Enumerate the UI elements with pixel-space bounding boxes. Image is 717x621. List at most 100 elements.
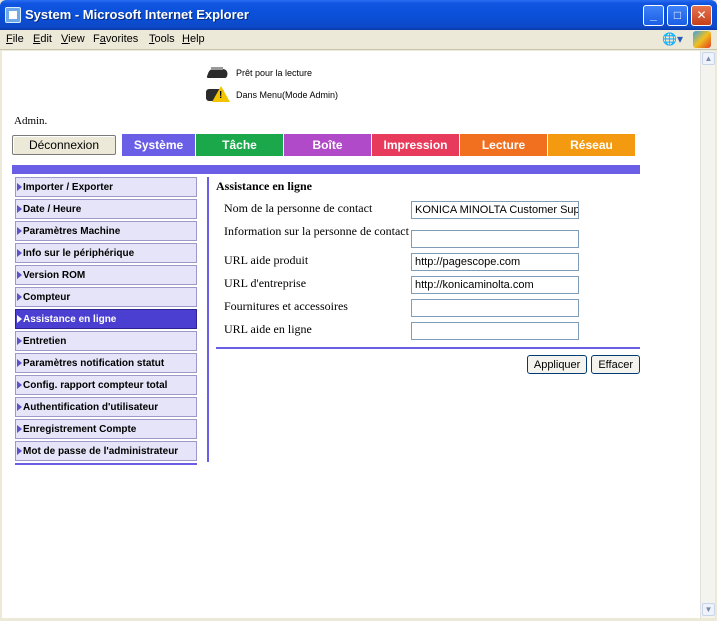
sidebar-item-assistance-en-ligne[interactable]: Assistance en ligne xyxy=(15,309,197,329)
company-url-input[interactable]: http://konicaminolta.com xyxy=(411,276,579,294)
sidebar-item-rapport-compteur[interactable]: Config. rapport compteur total xyxy=(15,375,197,395)
sidebar-item-info-peripherique[interactable]: Info sur le périphérique xyxy=(15,243,197,263)
vertical-scrollbar[interactable]: ▲ ▼ xyxy=(700,51,715,618)
arrow-right-icon xyxy=(17,271,22,279)
online-help-url-label: URL aide en ligne xyxy=(224,322,312,336)
menu-view[interactable]: View xyxy=(61,33,85,45)
form-row-company-url: URL d'entreprise http://konicaminolta.co… xyxy=(216,276,640,294)
vertical-divider xyxy=(207,177,209,462)
arrow-right-icon xyxy=(17,293,22,301)
sidebar-item-notification-statut[interactable]: Paramètres notification statut xyxy=(15,353,197,373)
window-title: System - Microsoft Internet Explorer xyxy=(25,7,249,22)
sidebar-item-version-rom[interactable]: Version ROM xyxy=(15,265,197,285)
sidebar-item-label: Enregistrement Compte xyxy=(23,423,137,435)
sidebar-item-label: Assistance en ligne xyxy=(23,313,117,325)
menu-favorites[interactable]: Favorites xyxy=(93,33,138,45)
tab-boite[interactable]: Boîte xyxy=(284,134,372,156)
supplies-label: Fournitures et accessoires xyxy=(224,299,348,313)
sidebar-item-label: Mot de passe de l'administrateur xyxy=(23,445,179,457)
form-actions: Appliquer Effacer xyxy=(216,355,640,374)
online-help-url-input[interactable] xyxy=(411,322,579,340)
contact-name-input[interactable]: KONICA MINOLTA Customer Supp xyxy=(411,201,579,219)
page-title: Assistance en ligne xyxy=(216,179,312,193)
product-help-url-label: URL aide produit xyxy=(224,253,309,267)
arrow-right-icon xyxy=(17,337,22,345)
arrow-right-icon xyxy=(17,447,22,455)
sidebar-item-parametres-machine[interactable]: Paramètres Machine xyxy=(15,221,197,241)
menu-edit[interactable]: Edit xyxy=(33,33,52,45)
translate-icon[interactable]: 🌐▾ xyxy=(662,32,683,46)
sidebar-item-label: Info sur le périphérique xyxy=(23,247,135,259)
sidebar-item-importer-exporter[interactable]: Importer / Exporter xyxy=(15,177,197,197)
company-url-label: URL d'entreprise xyxy=(224,276,307,290)
arrow-right-icon xyxy=(17,381,22,389)
warning-icon: ! xyxy=(206,86,230,104)
form-row-online-help-url: URL aide en ligne xyxy=(216,322,640,340)
tab-tache[interactable]: Tâche xyxy=(196,134,284,156)
arrow-right-icon xyxy=(17,227,22,235)
status-admin-mode-text: Dans Menu(Mode Admin) xyxy=(236,90,339,100)
maximize-icon[interactable]: □ xyxy=(667,5,688,26)
window-titlebar: System - Microsoft Internet Explorer _ □… xyxy=(0,0,717,30)
menu-bar: File Edit View Favorites Tools Help 🌐▾ xyxy=(0,30,717,50)
tab-impression[interactable]: Impression xyxy=(372,134,460,156)
windows-logo-icon xyxy=(693,31,711,48)
ie-window-icon xyxy=(5,7,21,23)
minimize-icon[interactable]: _ xyxy=(643,5,664,26)
section-band xyxy=(12,165,640,174)
sidebar-item-mot-de-passe-admin[interactable]: Mot de passe de l'administrateur xyxy=(15,441,197,461)
sidebar-item-compteur[interactable]: Compteur xyxy=(15,287,197,307)
clear-button[interactable]: Effacer xyxy=(591,355,640,374)
menu-help[interactable]: Help xyxy=(182,33,205,45)
contact-info-label: Information sur la personne de contact xyxy=(224,224,409,238)
sidebar-item-label: Entretien xyxy=(23,335,67,347)
arrow-right-icon xyxy=(17,359,22,367)
menu-file[interactable]: File xyxy=(6,33,24,45)
status-admin-mode: ! Dans Menu(Mode Admin) xyxy=(206,86,338,104)
sidebar-item-label: Paramètres Machine xyxy=(23,225,121,237)
form-divider xyxy=(216,347,640,349)
logout-button[interactable]: Déconnexion xyxy=(12,135,116,155)
form-row-supplies: Fournitures et accessoires xyxy=(216,299,640,317)
status-ready-text: Prêt pour la lecture xyxy=(236,68,313,78)
sidebar-item-enregistrement-compte[interactable]: Enregistrement Compte xyxy=(15,419,197,439)
contact-name-label: Nom de la personne de contact xyxy=(224,201,373,215)
arrow-right-icon xyxy=(17,205,22,213)
sidebar-item-label: Date / Heure xyxy=(23,203,82,215)
page-viewport: Prêt pour la lecture ! Dans Menu(Mode Ad… xyxy=(2,51,700,618)
sidebar-item-label: Paramètres notification statut xyxy=(23,357,165,369)
main-tabs: Déconnexion Système Tâche Boîte Impressi… xyxy=(12,134,636,156)
form-row-product-help-url: URL aide produit http://pagescope.com xyxy=(216,253,640,271)
tab-reseau[interactable]: Réseau xyxy=(548,134,636,156)
sidebar-divider xyxy=(15,463,197,465)
tab-systeme[interactable]: Système xyxy=(122,134,196,156)
assistance-form: Assistance en ligne Nom de la personne d… xyxy=(216,179,640,374)
admin-label: Admin. xyxy=(14,115,48,127)
arrow-right-icon xyxy=(17,425,22,433)
sidebar-item-authentification[interactable]: Authentification d'utilisateur xyxy=(15,397,197,417)
sidebar-item-label: Compteur xyxy=(23,291,71,303)
product-help-url-input[interactable]: http://pagescope.com xyxy=(411,253,579,271)
printer-icon xyxy=(206,66,230,80)
status-ready: Prêt pour la lecture xyxy=(206,66,312,80)
sidebar-item-label: Config. rapport compteur total xyxy=(23,379,168,391)
sidebar-item-label: Authentification d'utilisateur xyxy=(23,401,159,413)
sidebar-item-entretien[interactable]: Entretien xyxy=(15,331,197,351)
apply-button[interactable]: Appliquer xyxy=(526,355,588,374)
form-row-contact-name: Nom de la personne de contact KONICA MIN… xyxy=(216,201,640,219)
form-row-contact-info: Information sur la personne de contact xyxy=(216,224,640,248)
sidebar-menu: Importer / Exporter Date / Heure Paramèt… xyxy=(15,177,197,465)
tab-lecture[interactable]: Lecture xyxy=(460,134,548,156)
arrow-right-icon xyxy=(17,183,22,191)
arrow-right-icon xyxy=(17,315,22,323)
arrow-right-icon xyxy=(17,403,22,411)
close-icon[interactable]: ✕ xyxy=(691,5,712,26)
supplies-input[interactable] xyxy=(411,299,579,317)
sidebar-item-label: Importer / Exporter xyxy=(23,181,114,193)
scroll-down-icon[interactable]: ▼ xyxy=(702,603,715,616)
sidebar-item-date-heure[interactable]: Date / Heure xyxy=(15,199,197,219)
sidebar-item-label: Version ROM xyxy=(23,269,86,281)
menu-tools[interactable]: Tools xyxy=(149,33,175,45)
scroll-up-icon[interactable]: ▲ xyxy=(702,52,715,65)
contact-info-input[interactable] xyxy=(411,230,579,248)
